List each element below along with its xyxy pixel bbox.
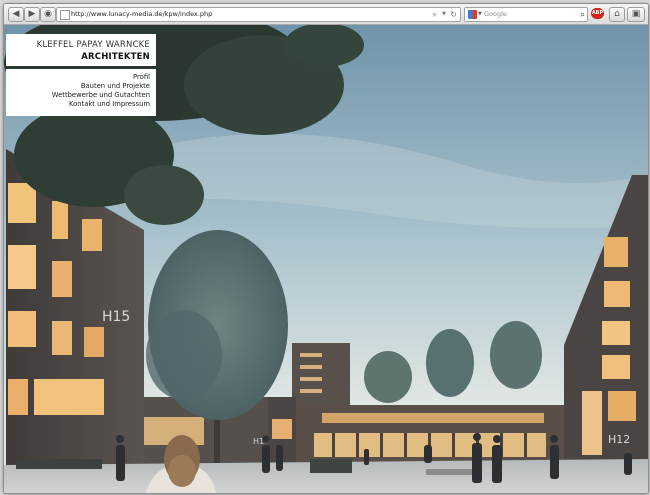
address-bar[interactable]: http://www.lunacy-media.de/kpw/index.php… <box>56 7 461 22</box>
forward-arrow-icon: ▶ <box>28 9 36 19</box>
page-favicon-icon <box>60 10 70 20</box>
nav-item-bauten-und-projekte[interactable]: Bauten und Projekte <box>81 82 150 91</box>
google-icon <box>468 10 477 19</box>
home-button[interactable]: ⌂ <box>609 7 625 22</box>
main-navigation: Profil Bauten und Projekte Wettbewerbe u… <box>6 69 156 116</box>
forward-button[interactable]: ▶ <box>24 7 40 22</box>
building-label-h12: H12 <box>608 433 630 446</box>
search-bar[interactable]: ▼ Google ⌕ <box>464 7 588 22</box>
search-icon[interactable]: ⌕ <box>581 8 585 21</box>
nav-item-wettbewerbe-und-gutachten[interactable]: Wettbewerbe und Gutachten <box>52 91 150 100</box>
home-icon: ⌂ <box>614 9 620 19</box>
menu-icon: ▣ <box>631 9 641 19</box>
brand-subtitle: ARCHITEKTEN <box>81 52 150 62</box>
history-dropdown-icon[interactable]: ▼ <box>442 8 446 21</box>
planter <box>16 459 102 469</box>
nav-item-profil[interactable]: Profil <box>133 73 150 82</box>
menu-button[interactable]: ▣ <box>627 7 645 22</box>
search-input[interactable]: Google <box>484 8 507 21</box>
adblock-button[interactable]: ABP <box>591 8 604 19</box>
building-label-h1: H1 <box>253 437 264 446</box>
planter <box>310 459 352 473</box>
site-identity-button[interactable]: ◉ <box>40 7 56 22</box>
building-label-h15: H15 <box>102 309 130 325</box>
reload-icon[interactable]: ↻ <box>450 8 457 21</box>
page-viewport: H15 H1 H12 KLEFFEL PAPAY WARNCKE ARCHITE… <box>4 25 648 493</box>
distant-tree <box>426 329 474 397</box>
browser-toolbar: ◀ ▶ ◉ http://www.lunacy-media.de/kpw/ind… <box>4 4 648 25</box>
url-text: http://www.lunacy-media.de/kpw/index.php <box>71 10 213 18</box>
distant-tree <box>490 321 542 389</box>
bookmark-star-icon[interactable]: ★ <box>431 8 438 21</box>
globe-icon: ◉ <box>44 9 52 19</box>
brand-logo[interactable]: KLEFFEL PAPAY WARNCKE ARCHITEKTEN <box>6 34 156 66</box>
search-engine-dropdown-icon[interactable]: ▼ <box>478 8 482 21</box>
back-button[interactable]: ◀ <box>8 7 24 22</box>
brand-name: KLEFFEL PAPAY WARNCKE <box>36 40 150 50</box>
browser-window: ◀ ▶ ◉ http://www.lunacy-media.de/kpw/ind… <box>3 3 649 494</box>
distant-tree <box>364 351 412 403</box>
back-arrow-icon: ◀ <box>12 9 20 19</box>
nav-item-kontakt-und-impressum[interactable]: Kontakt und Impressum <box>69 100 150 109</box>
